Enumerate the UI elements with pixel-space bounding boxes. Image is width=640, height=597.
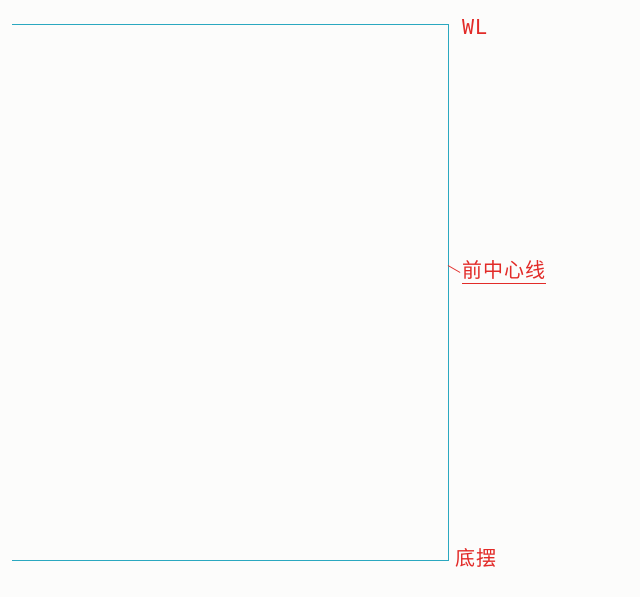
waist-line — [12, 24, 448, 25]
pattern-diagram: WL 前中心线 底摆 — [0, 0, 640, 597]
leader-front-center — [448, 265, 461, 273]
hem-line — [12, 560, 448, 561]
label-wl: WL — [462, 16, 488, 38]
front-center-line — [448, 24, 449, 561]
label-hem: 底摆 — [455, 548, 497, 570]
label-front-center: 前中心线 — [462, 260, 546, 284]
